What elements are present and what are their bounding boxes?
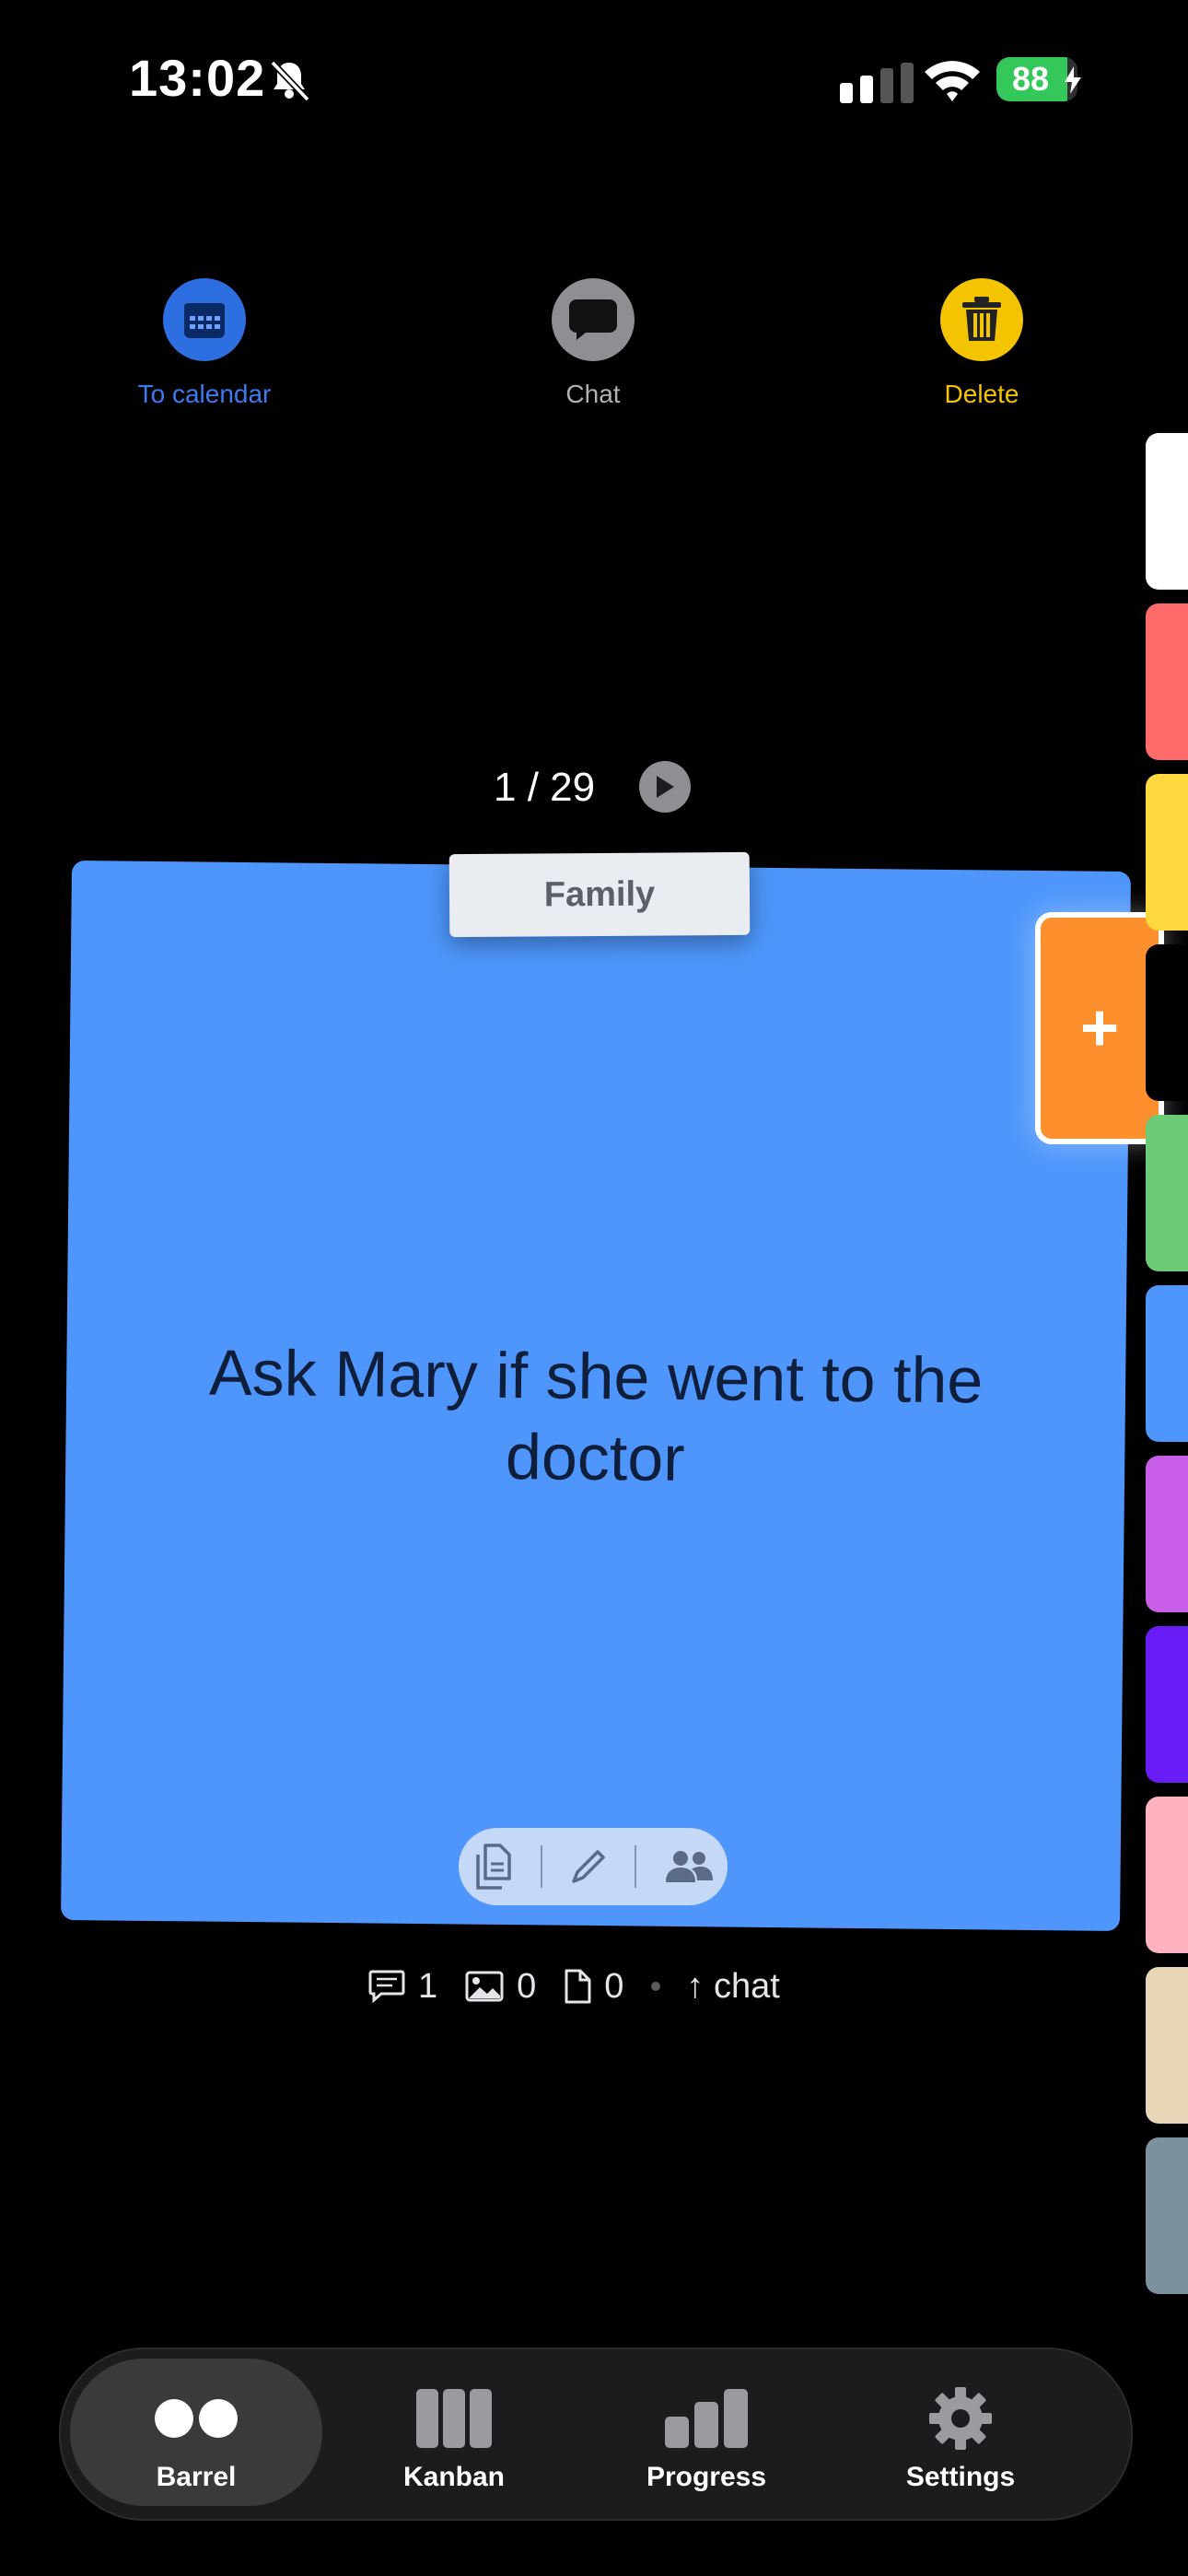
color-tab[interactable] — [1146, 1456, 1188, 1612]
tab-progress-label: Progress — [646, 2462, 767, 2492]
add-card-button[interactable]: + — [1035, 912, 1164, 1144]
files-count: 0 — [564, 1967, 623, 2007]
bottom-tab-bar: Barrel Kanban Progress Settings — [59, 2348, 1133, 2521]
tab-barrel-label: Barrel — [156, 2462, 237, 2492]
tab-settings[interactable]: Settings — [834, 2359, 1087, 2506]
wifi-icon — [925, 61, 980, 101]
card-counter: 1 / 29 — [494, 765, 596, 810]
charging-bolt-icon — [1065, 66, 1081, 94]
color-tab[interactable] — [1146, 1967, 1188, 2124]
delete-button[interactable]: Delete — [880, 278, 1083, 409]
progress-bars-icon — [665, 2389, 748, 2448]
images-count: 0 — [465, 1967, 536, 2007]
battery-percent: 88 — [1011, 60, 1050, 98]
comments-count: 1 — [368, 1967, 437, 2007]
kanban-columns-icon — [416, 2389, 492, 2448]
bell-muted-icon — [270, 60, 310, 102]
images-value: 0 — [517, 1966, 537, 2006]
gear-icon — [929, 2387, 992, 2450]
delete-icon-circle — [940, 278, 1023, 361]
color-tab[interactable] — [1146, 1115, 1188, 1271]
chat-link[interactable]: ↑ chat — [686, 1967, 779, 2007]
card-toolbar — [459, 1828, 728, 1905]
to-calendar-label: To calendar — [137, 380, 272, 408]
delete-label: Delete — [944, 380, 1019, 408]
task-card[interactable]: Ask Mary if she went to the doctor — [61, 861, 1131, 1931]
chat-button[interactable]: Chat — [492, 278, 694, 409]
color-tab[interactable] — [1146, 433, 1188, 590]
color-tab[interactable] — [1146, 1285, 1188, 1442]
play-button[interactable] — [639, 761, 691, 813]
play-icon — [657, 776, 674, 798]
separator-dot — [651, 1982, 661, 1991]
edit-pencil-icon[interactable] — [570, 1848, 607, 1885]
share-people-icon[interactable] — [664, 1849, 714, 1884]
image-icon — [465, 1971, 504, 2002]
card-category-tag[interactable]: Family — [448, 851, 751, 938]
chat-icon-circle — [552, 278, 635, 361]
color-tab[interactable] — [1146, 1797, 1188, 1953]
card-stats: 1 0 0 ↑ chat — [368, 1961, 780, 2012]
cellular-signal-icon — [840, 63, 914, 103]
calendar-icon — [184, 303, 225, 338]
chat-label: Chat — [565, 380, 621, 408]
tab-barrel[interactable]: Barrel — [70, 2359, 322, 2506]
toolbar-separator — [635, 1845, 636, 1888]
comment-icon — [368, 1970, 405, 2004]
files-value: 0 — [604, 1966, 624, 2006]
calendar-icon-circle — [163, 278, 246, 361]
trash-icon — [962, 297, 1001, 341]
toolbar-separator — [541, 1845, 542, 1888]
battery-indicator: 88 — [996, 57, 1083, 101]
card-text: Ask Mary if she went to the doctor — [208, 1336, 984, 1495]
barrel-dots-icon — [155, 2399, 238, 2438]
to-calendar-button[interactable]: To calendar — [103, 278, 306, 409]
color-tab[interactable] — [1146, 944, 1188, 1101]
color-tab[interactable] — [1146, 774, 1188, 931]
color-tab[interactable] — [1146, 2137, 1188, 2294]
copy-icon[interactable] — [472, 1844, 513, 1890]
color-tab[interactable] — [1146, 1626, 1188, 1783]
tab-kanban[interactable]: Kanban — [328, 2359, 580, 2506]
file-icon — [565, 1969, 591, 2004]
tab-settings-label: Settings — [905, 2462, 1016, 2492]
comments-value: 1 — [418, 1966, 438, 2006]
color-tab[interactable] — [1146, 603, 1188, 760]
chat-bubble-icon — [569, 299, 617, 340]
status-time: 13:02 — [129, 49, 266, 107]
tab-progress[interactable]: Progress — [580, 2359, 833, 2506]
tab-kanban-label: Kanban — [402, 2462, 505, 2492]
